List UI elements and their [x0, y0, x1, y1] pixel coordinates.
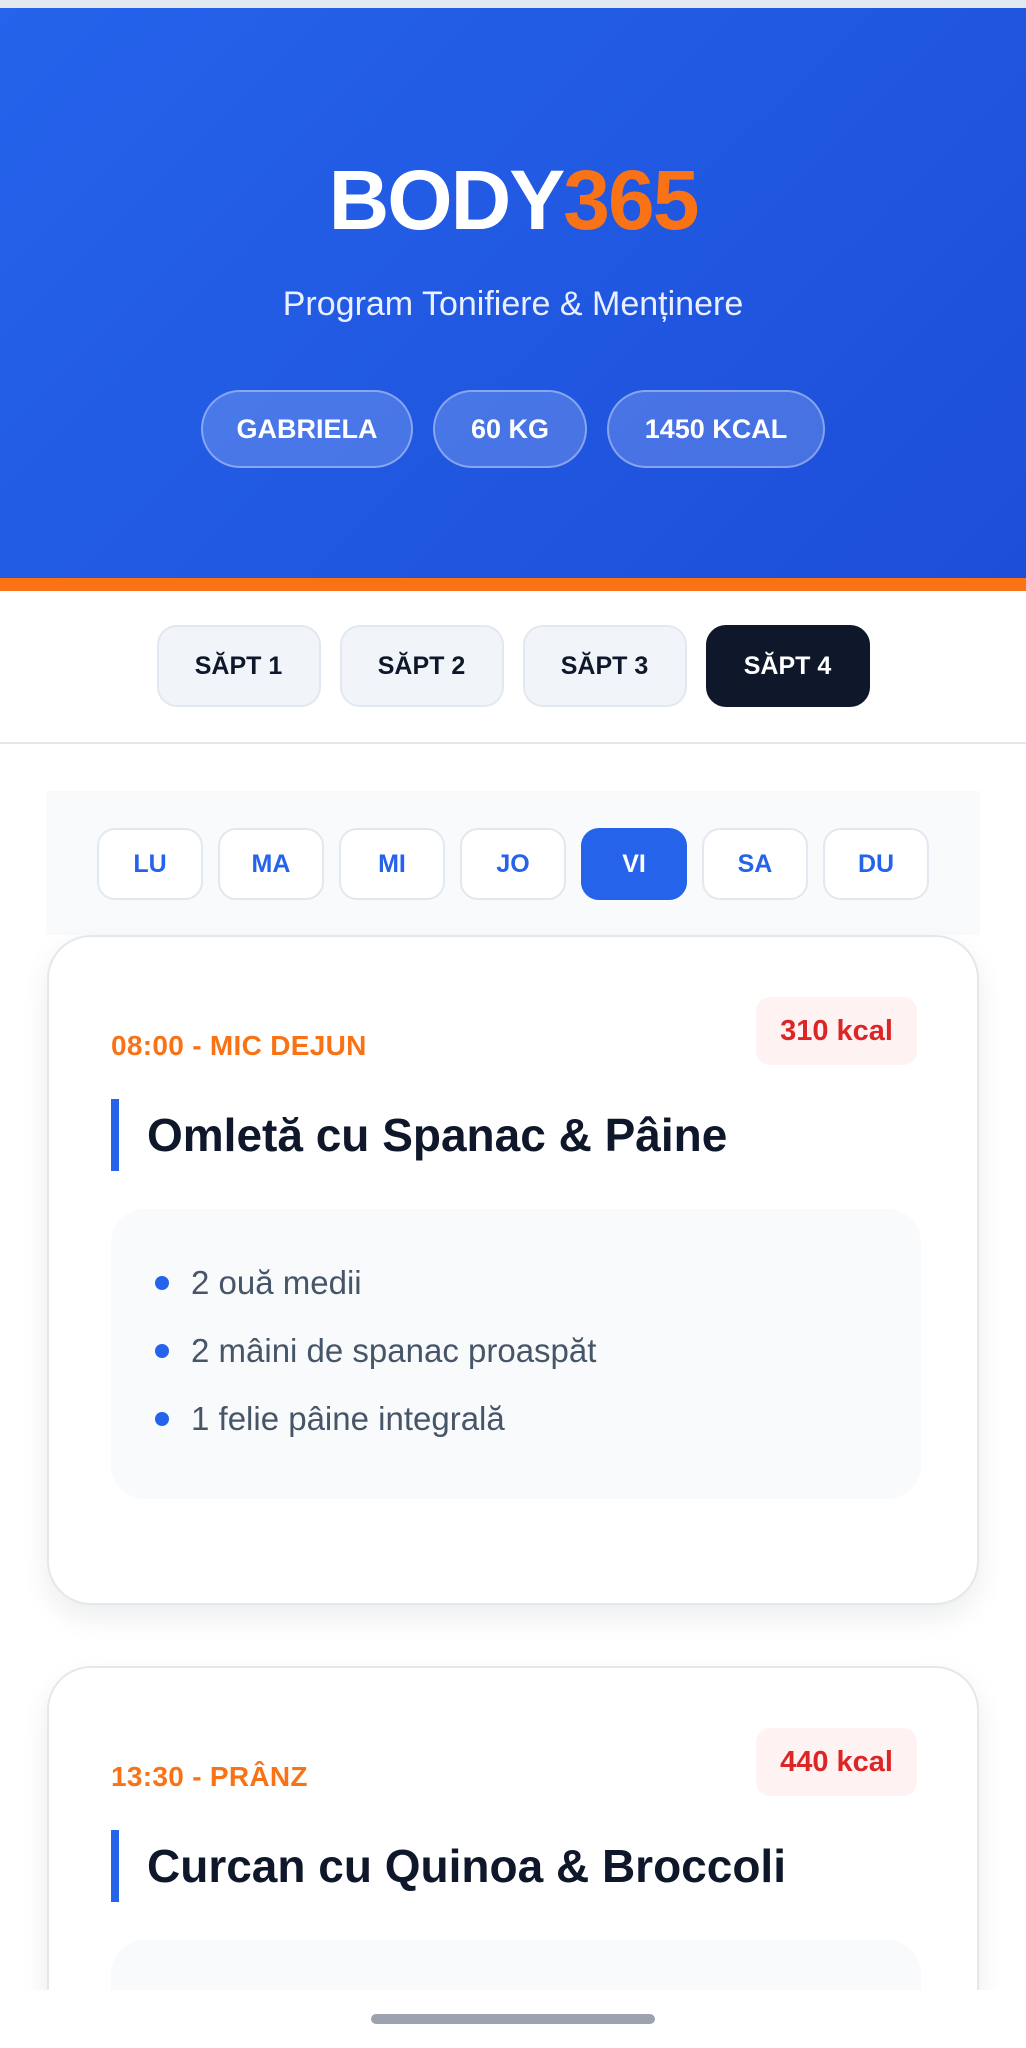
meal-card-breakfast: 08:00 - MIC DEJUN 310 kcal Omletă cu Spa… [47, 935, 979, 1605]
day-tab-vi[interactable]: VI [581, 828, 687, 900]
home-indicator[interactable] [371, 2014, 655, 2024]
week-tabs: SĂPT 1 SĂPT 2 SĂPT 3 SĂPT 4 [0, 625, 1026, 707]
meal-title: Omletă cu Spanac & Pâine [111, 1099, 727, 1171]
ingredient-text: 1 felie pâine integrală [191, 1400, 505, 1437]
ingredient-item: 2 mâini de spanac proaspăt [155, 1317, 921, 1385]
meal-kcal-badge: 310 kcal [756, 997, 917, 1065]
ingredient-text: 2 ouă medii [191, 1264, 362, 1301]
meal-title: Curcan cu Quinoa & Broccoli [111, 1830, 786, 1902]
meal-time: 13:30 - PRÂNZ [111, 1761, 308, 1792]
hero-accent-bar [0, 578, 1026, 591]
brand-logo-part1: BODY [328, 153, 566, 247]
day-tab-mi[interactable]: MI [339, 828, 445, 900]
ingredient-item: 2 ouă medii [155, 1249, 921, 1317]
ingredients-list: 2 ouă medii 2 mâini de spanac proaspăt 1… [111, 1209, 921, 1453]
program-subtitle: Program Tonifiere & Menținere [282, 285, 744, 323]
brand-logo: BODY365 [0, 153, 1026, 247]
tab-week-4[interactable]: SĂPT 4 [705, 625, 870, 707]
top-edge [0, 0, 1026, 8]
ingredient-item: 1 felie pâine integrală [155, 1385, 921, 1453]
profile-calories-pill: 1450 KCAL [607, 390, 825, 468]
tab-week-2[interactable]: SĂPT 2 [339, 625, 504, 707]
profile-weight-pill: 60 KG [433, 390, 587, 468]
ingredient-text: 2 mâini de spanac proaspăt [191, 1332, 597, 1369]
bullet-icon [155, 1276, 169, 1290]
day-tab-lu[interactable]: LU [97, 828, 203, 900]
ingredients-box: 2 ouă medii 2 mâini de spanac proaspăt 1… [111, 1209, 921, 1499]
day-tab-jo[interactable]: JO [460, 828, 566, 900]
day-tab-sa[interactable]: SA [702, 828, 808, 900]
meal-time: 08:00 - MIC DEJUN [111, 1030, 367, 1061]
profile-pills: GABRIELA 60 KG 1450 KCAL [0, 390, 1026, 468]
meal-kcal-badge: 440 kcal [756, 1728, 917, 1796]
day-selector: LU MA MI JO VI SA DU [46, 791, 980, 935]
tab-week-3[interactable]: SĂPT 3 [522, 625, 687, 707]
tab-week-1[interactable]: SĂPT 1 [156, 625, 321, 707]
hero-header: BODY365 Program Tonifiere & Menținere GA… [0, 8, 1026, 578]
bullet-icon [155, 1412, 169, 1426]
bullet-icon [155, 1344, 169, 1358]
section-divider [0, 742, 1026, 744]
profile-name-pill: GABRIELA [201, 390, 413, 468]
day-tab-du[interactable]: DU [823, 828, 929, 900]
brand-logo-part2: 365 [563, 153, 699, 247]
day-tab-ma[interactable]: MA [218, 828, 324, 900]
